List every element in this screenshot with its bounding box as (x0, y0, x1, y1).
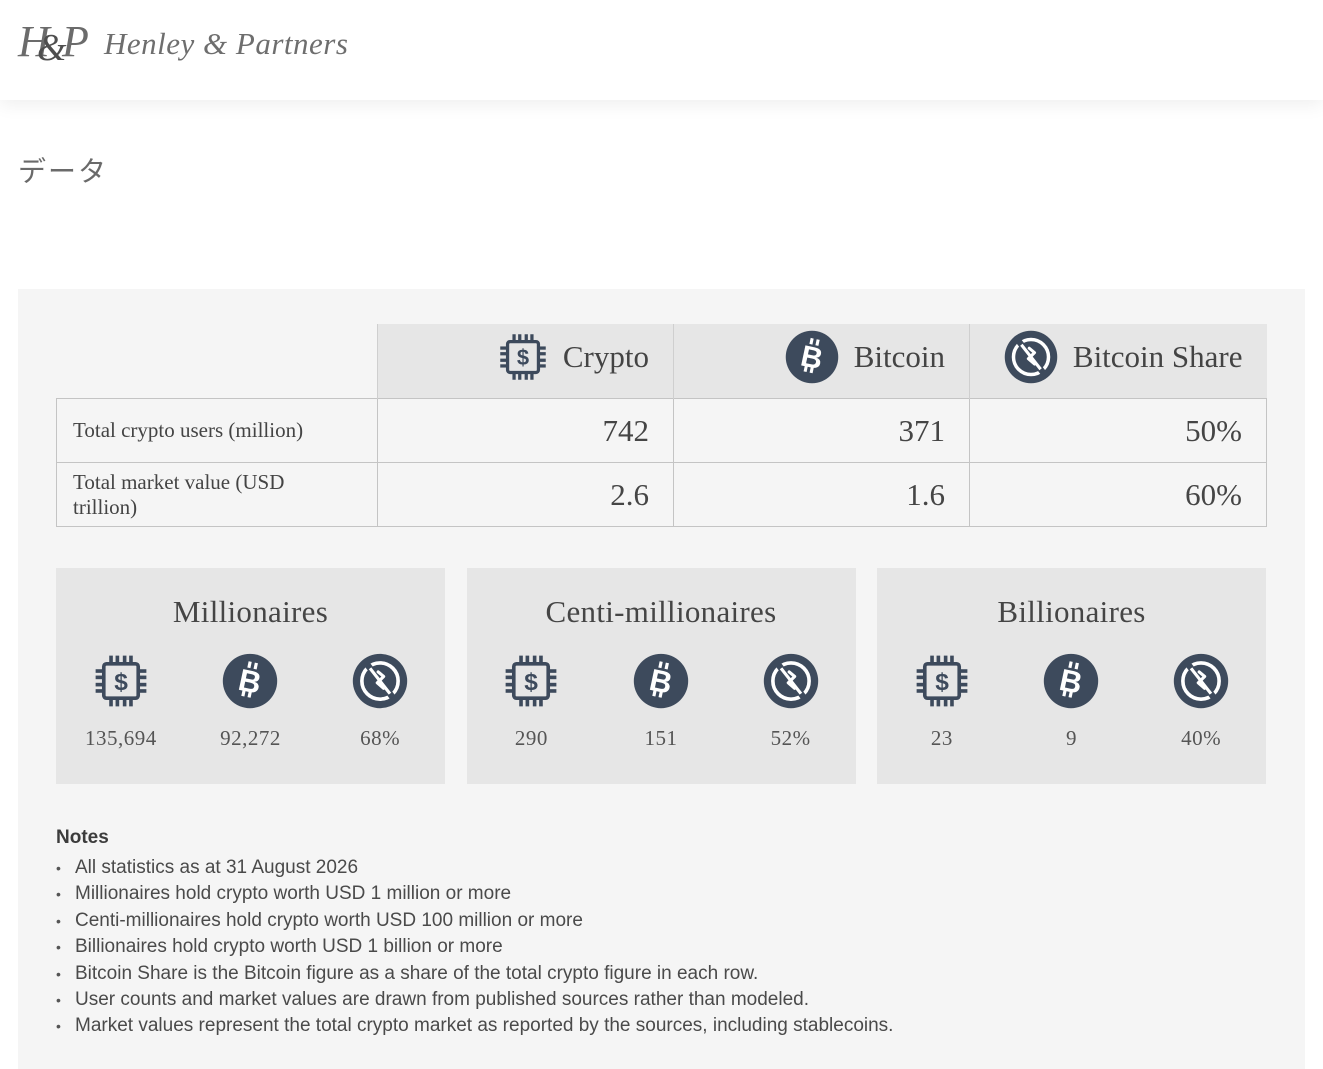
card-metrics: 135,694 92,272 68% (56, 652, 445, 751)
data-panel: Crypto Bitcoin Bitcoin Share Total crypt… (18, 289, 1305, 1069)
chip-dollar-icon (92, 652, 150, 710)
card-millionaires: Millionaires 135,694 92,272 68% (56, 568, 445, 784)
metric-crypto: 135,694 (66, 652, 176, 751)
column-label: Bitcoin Share (1072, 339, 1243, 374)
note-item: All statistics as at 31 August 2026 (56, 855, 893, 882)
metric-value: 135,694 (84, 726, 157, 750)
column-label: Bitcoin (853, 339, 945, 374)
page-title: データ (18, 155, 109, 188)
card-metrics: 23 9 40% (877, 652, 1266, 751)
row-label: Total crypto users (million) (56, 398, 378, 463)
note-item: Millionaires hold crypto worth USD 1 mil… (56, 881, 893, 908)
cell-crypto: 2.6 (377, 462, 674, 527)
table-row: Total market value (USD trillion) 2.6 1.… (56, 462, 1267, 527)
logo-monogram: H & P (18, 17, 89, 69)
table-header-row: Crypto Bitcoin Bitcoin Share (57, 324, 1267, 399)
chip-dollar-icon (502, 652, 560, 710)
metric-value: 151 (644, 726, 678, 750)
note-item: Market values represent the total crypto… (56, 1013, 893, 1040)
metric-value: 92,272 (220, 726, 281, 750)
share-icon (1003, 329, 1059, 385)
metric-value: 23 (930, 726, 953, 750)
column-header-crypto: Crypto (377, 324, 674, 399)
column-header-bitcoin: Bitcoin (673, 324, 970, 399)
cell-bitcoin-share: 50% (969, 398, 1267, 463)
metric-value: 68% (360, 726, 401, 750)
metric-value: 52% (770, 726, 811, 750)
card-centi-millionaires: Centi-millionaires 290 151 52% (466, 568, 856, 784)
stats-table: Crypto Bitcoin Bitcoin Share Total crypt… (56, 324, 1267, 527)
table-corner (57, 324, 378, 399)
card-title: Billionaires (997, 594, 1146, 629)
cell-bitcoin: 1.6 (673, 462, 970, 527)
site-header: H & P Henley & Partners (0, 0, 1323, 100)
metric-bitcoin: 151 (606, 652, 716, 751)
metric-value: 9 (1065, 726, 1077, 750)
cell-crypto: 742 (377, 398, 674, 463)
wealth-tier-cards: Millionaires 135,694 92,272 68% Centi-mi… (56, 568, 1266, 784)
brand-name: Henley & Partners (104, 26, 349, 61)
note-item: Bitcoin Share is the Bitcoin figure as a… (56, 961, 893, 988)
share-icon (1172, 652, 1230, 710)
share-icon (762, 652, 820, 710)
cell-bitcoin-share: 60% (969, 462, 1267, 527)
note-item: Billionaires hold crypto worth USD 1 bil… (56, 934, 893, 961)
column-header-bitcoin-share: Bitcoin Share (969, 324, 1267, 399)
chip-dollar-icon (497, 331, 549, 383)
notes-title: Notes (56, 827, 109, 848)
card-title: Centi-millionaires (545, 594, 777, 629)
metric-crypto: 290 (476, 652, 586, 751)
card-billionaires: Billionaires 23 9 40% (877, 568, 1266, 784)
card-title: Millionaires (172, 594, 329, 629)
table-row: Total crypto users (million) 742 371 50% (56, 398, 1267, 463)
metric-value: 290 (514, 726, 548, 750)
bitcoin-icon (221, 652, 279, 710)
bitcoin-icon (1042, 652, 1100, 710)
row-label: Total market value (USD trillion) (56, 462, 378, 527)
share-icon (351, 652, 409, 710)
cell-bitcoin: 371 (673, 398, 970, 463)
metric-bitcoin: 9 (1016, 652, 1126, 751)
card-metrics: 290 151 52% (467, 652, 856, 751)
metric-bitcoin-share: 40% (1146, 652, 1256, 751)
bitcoin-icon (632, 652, 690, 710)
note-item: Centi-millionaires hold crypto worth USD… (56, 908, 893, 935)
metric-crypto: 23 (887, 652, 997, 751)
metric-bitcoin-share: 52% (736, 652, 846, 751)
note-item: User counts and market values are drawn … (56, 987, 893, 1014)
notes-list: All statistics as at 31 August 2026 Mill… (56, 855, 893, 1040)
notes-section: Notes All statistics as at 31 August 202… (56, 827, 893, 1040)
brand-logo[interactable]: H & P Henley & Partners (18, 14, 348, 74)
metric-bitcoin: 92,272 (195, 652, 305, 751)
metric-value: 40% (1181, 726, 1222, 750)
bitcoin-icon (784, 329, 840, 385)
chip-dollar-icon (913, 652, 971, 710)
metric-bitcoin-share: 68% (325, 652, 435, 751)
column-label: Crypto (562, 339, 649, 374)
